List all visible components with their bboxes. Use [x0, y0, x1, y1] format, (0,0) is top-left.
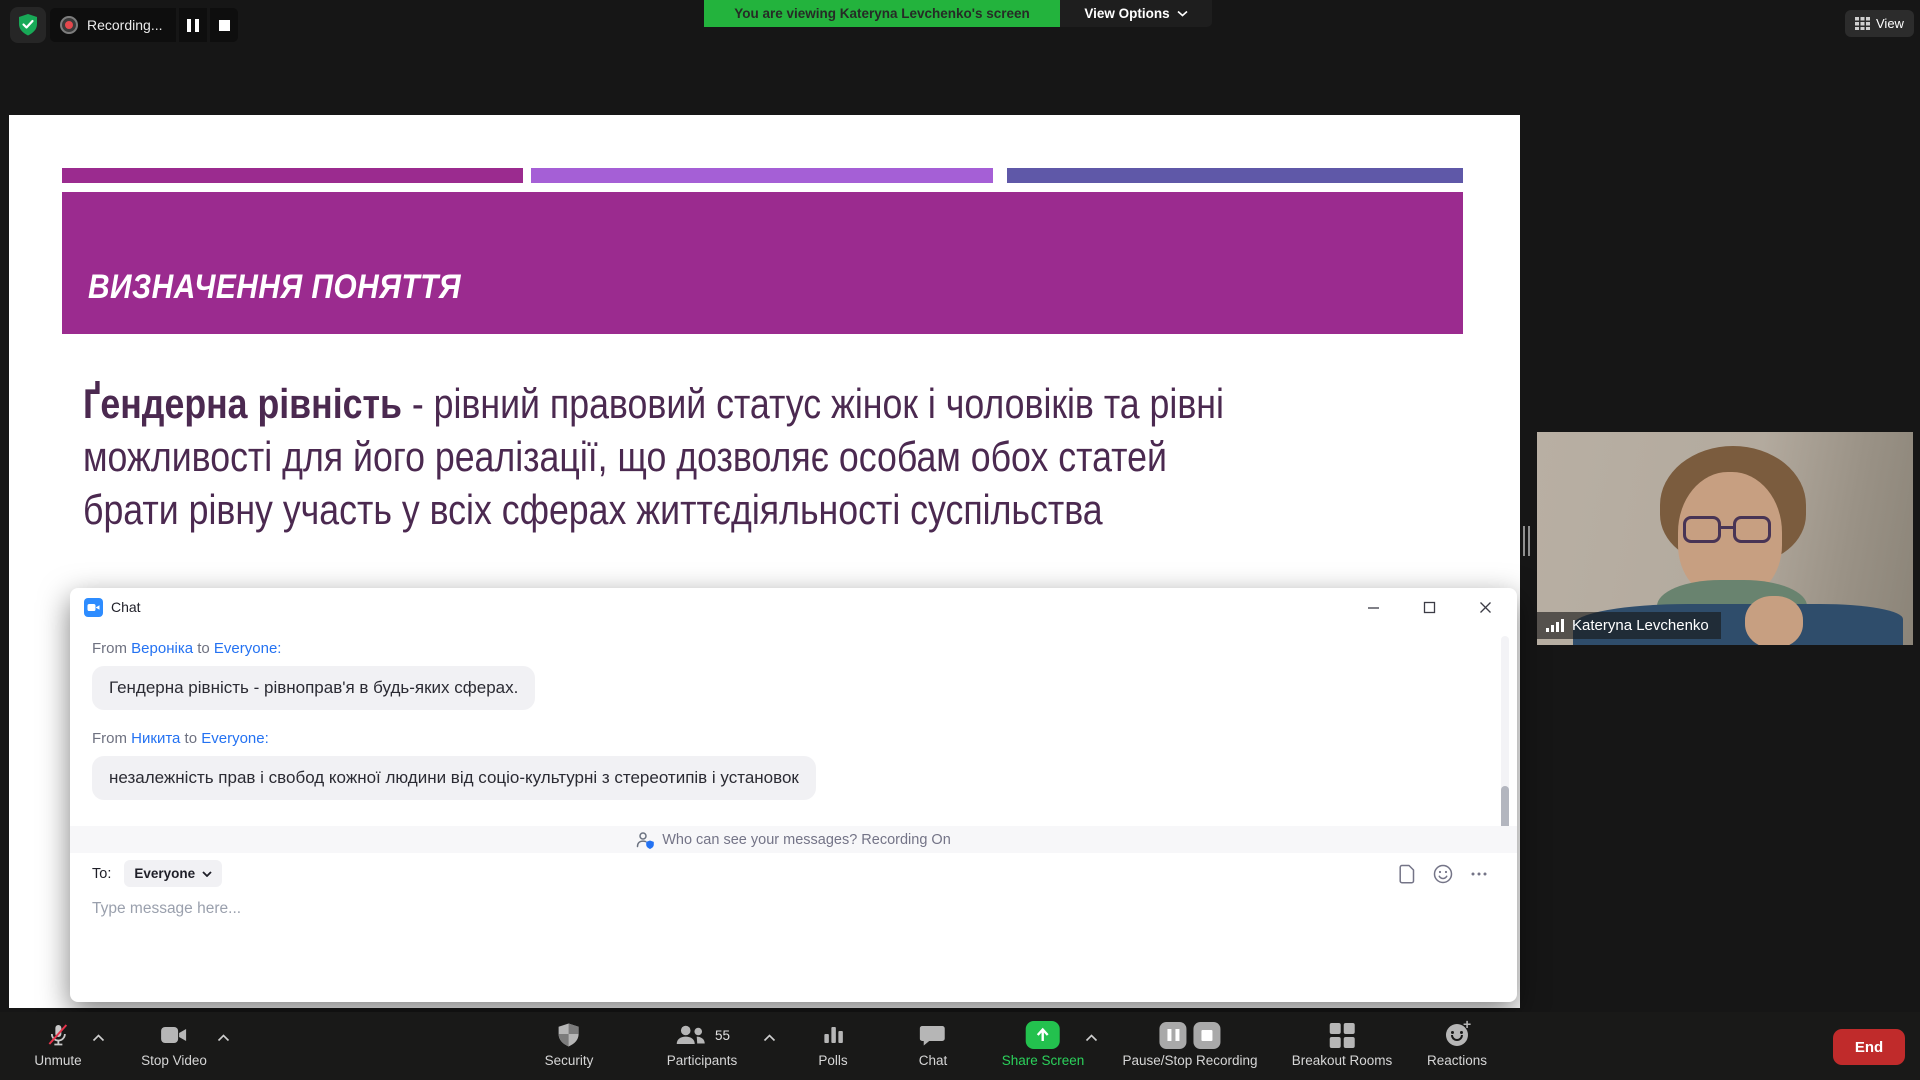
maximize-icon [1423, 601, 1436, 614]
view-options-button[interactable]: View Options [1060, 0, 1212, 27]
emoji-icon[interactable] [1433, 864, 1453, 884]
slide-title-box: ВИЗНАЧЕННЯ ПОНЯТТЯ [62, 192, 1463, 334]
video-camera-icon [159, 1024, 189, 1046]
person-shield-icon [636, 831, 655, 849]
slide-accent-bar-magenta [62, 168, 523, 183]
stop-icon [219, 20, 230, 31]
pause-recording-button[interactable] [179, 8, 207, 42]
message-bubble: Гендерна рівність - рівноправ'я в будь-я… [92, 666, 535, 710]
share-screen-icon [1026, 1021, 1060, 1049]
maximize-button[interactable] [1401, 588, 1457, 626]
chat-message: From Вероніка to Everyone: Гендерна рівн… [92, 640, 816, 730]
chat-window-title: Chat [111, 599, 141, 615]
meeting-toolbar: Unmute Stop Video Security [0, 1012, 1920, 1080]
slide-term: Ґендерна рівність [83, 380, 402, 427]
slide-accent-bar-indigo [1007, 168, 1463, 183]
viewing-banner: You are viewing Kateryna Levchenko's scr… [704, 0, 1060, 27]
unmute-button[interactable]: Unmute [34, 1020, 81, 1068]
recording-indicator: Recording... [50, 8, 176, 42]
share-options-caret[interactable] [1085, 1034, 1098, 1042]
chat-message-list: From Вероніка to Everyone: Гендерна рівн… [92, 640, 816, 820]
end-meeting-button[interactable]: End [1833, 1029, 1905, 1065]
panel-resize-handle[interactable] [1523, 526, 1530, 556]
connection-signal-icon [1546, 619, 1564, 632]
chat-bubble-icon [920, 1023, 946, 1047]
breakout-rooms-icon [1329, 1023, 1354, 1048]
more-options-icon[interactable] [1469, 864, 1489, 884]
security-shield-icon [557, 1022, 581, 1048]
unmute-options-caret[interactable] [92, 1034, 105, 1042]
security-button[interactable]: Security [545, 1020, 594, 1068]
chat-message-input[interactable]: Type message here... [92, 900, 492, 918]
message-header: From Вероніка to Everyone: [92, 640, 816, 657]
reactions-icon: + [1446, 1024, 1468, 1046]
stop-recording-button[interactable] [210, 8, 238, 42]
recipient-name: Everyone: [214, 640, 282, 657]
recording-label: Recording... [87, 17, 162, 33]
stop-video-button[interactable]: Stop Video [141, 1020, 207, 1068]
polls-button[interactable]: Polls [818, 1020, 847, 1068]
view-button[interactable]: View [1845, 10, 1914, 37]
recording-controls: Recording... [50, 8, 238, 42]
message-header: From Никита to Everyone: [92, 730, 816, 747]
participants-options-caret[interactable] [763, 1034, 776, 1042]
recipient-name: Everyone: [201, 730, 269, 747]
chevron-down-icon [1177, 10, 1188, 17]
zoom-camera-icon [84, 598, 103, 617]
slide-body-text: Ґендерна рівність - рівний правовий стат… [83, 377, 1224, 536]
breakout-rooms-button[interactable]: Breakout Rooms [1292, 1020, 1393, 1068]
sender-name: Никита [131, 730, 180, 747]
meeting-security-shield [10, 7, 46, 43]
participants-icon [674, 1023, 708, 1047]
chat-button[interactable]: Chat [919, 1020, 948, 1068]
record-dot-icon [60, 16, 78, 34]
shield-check-icon [17, 13, 39, 37]
grid-view-icon [1855, 17, 1870, 30]
chat-window-controls [1345, 588, 1513, 626]
polls-icon [821, 1023, 845, 1047]
chat-titlebar: Chat [70, 588, 1517, 626]
chat-message: From Никита to Everyone: незалежність пр… [92, 730, 816, 820]
share-screen-button[interactable]: Share Screen [1002, 1020, 1085, 1068]
minimize-button[interactable] [1345, 588, 1401, 626]
participants-button[interactable]: 55 Participants [667, 1020, 738, 1068]
participant-name-tag: Kateryna Levchenko [1537, 612, 1721, 639]
view-button-label: View [1876, 16, 1904, 31]
stop-recording-icon [1194, 1022, 1221, 1049]
slide-title: ВИЗНАЧЕННЯ ПОНЯТТЯ [88, 268, 461, 307]
glasses [1683, 516, 1721, 543]
privacy-notice-text: Who can see your messages? Recording On [662, 832, 951, 848]
participants-count: 55 [715, 1028, 730, 1043]
sender-name: Вероніка [131, 640, 193, 657]
to-label: To: [92, 866, 111, 882]
reactions-button[interactable]: + Reactions [1427, 1020, 1487, 1068]
privacy-notice-bar: Who can see your messages? Recording On [70, 826, 1517, 853]
close-icon [1479, 601, 1492, 614]
file-icon[interactable] [1398, 864, 1417, 884]
viewing-banner-text: You are viewing Kateryna Levchenko's scr… [734, 6, 1030, 21]
participant-name: Kateryna Levchenko [1572, 617, 1709, 634]
video-options-caret[interactable] [217, 1034, 230, 1042]
pause-icon [187, 19, 199, 32]
message-bubble: незалежність прав і свобод кожної людини… [92, 756, 816, 800]
chat-window: Chat From Вероніка to Everyone: Гендерна… [70, 588, 1517, 1002]
close-button[interactable] [1457, 588, 1513, 626]
slide-accent-bar-purple [531, 168, 993, 183]
recipient-selector[interactable]: Everyone [124, 860, 222, 887]
microphone-muted-icon [45, 1022, 71, 1048]
chevron-down-icon [202, 871, 212, 877]
recipient-selected-label: Everyone [134, 866, 195, 881]
pause-stop-recording-button[interactable]: Pause/Stop Recording [1122, 1020, 1257, 1068]
pause-recording-icon [1160, 1022, 1187, 1049]
view-options-label: View Options [1084, 6, 1169, 21]
minimize-icon [1367, 601, 1380, 614]
participant-video[interactable]: Kateryna Levchenko [1537, 432, 1913, 645]
chat-scrollbar-track[interactable] [1501, 636, 1509, 838]
